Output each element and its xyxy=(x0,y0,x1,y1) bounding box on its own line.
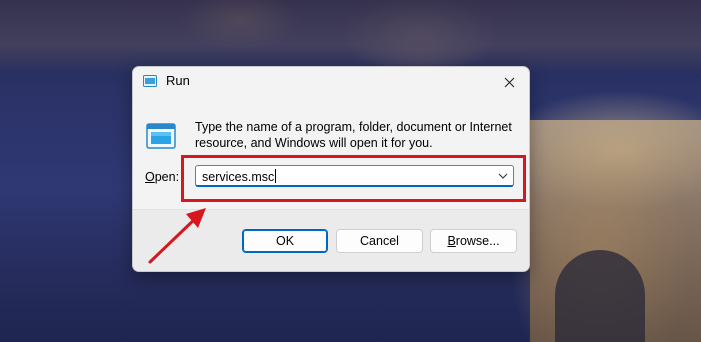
browse-label: rowse... xyxy=(455,234,500,248)
run-app-icon xyxy=(143,75,157,87)
title-bar[interactable]: Run xyxy=(133,67,529,97)
dialog-description: Type the name of a program, folder, docu… xyxy=(195,120,512,150)
browse-button[interactable]: Browse... xyxy=(430,229,517,253)
window-title: Run xyxy=(166,73,190,88)
ok-button[interactable]: OK xyxy=(242,229,328,253)
red-arrow-icon xyxy=(148,208,206,264)
close-icon xyxy=(504,77,514,87)
wallpaper-city-shore xyxy=(0,0,701,75)
cancel-button[interactable]: Cancel xyxy=(336,229,423,253)
run-app-icon xyxy=(146,123,176,149)
open-label-text: pen: xyxy=(154,170,180,184)
browse-accelerator: B xyxy=(447,234,456,248)
wallpaper-bridge-arch xyxy=(555,250,645,342)
open-label-accelerator: O xyxy=(145,170,155,184)
open-label: Open: xyxy=(145,170,179,184)
close-button[interactable] xyxy=(497,71,521,93)
highlight-box xyxy=(181,155,526,202)
